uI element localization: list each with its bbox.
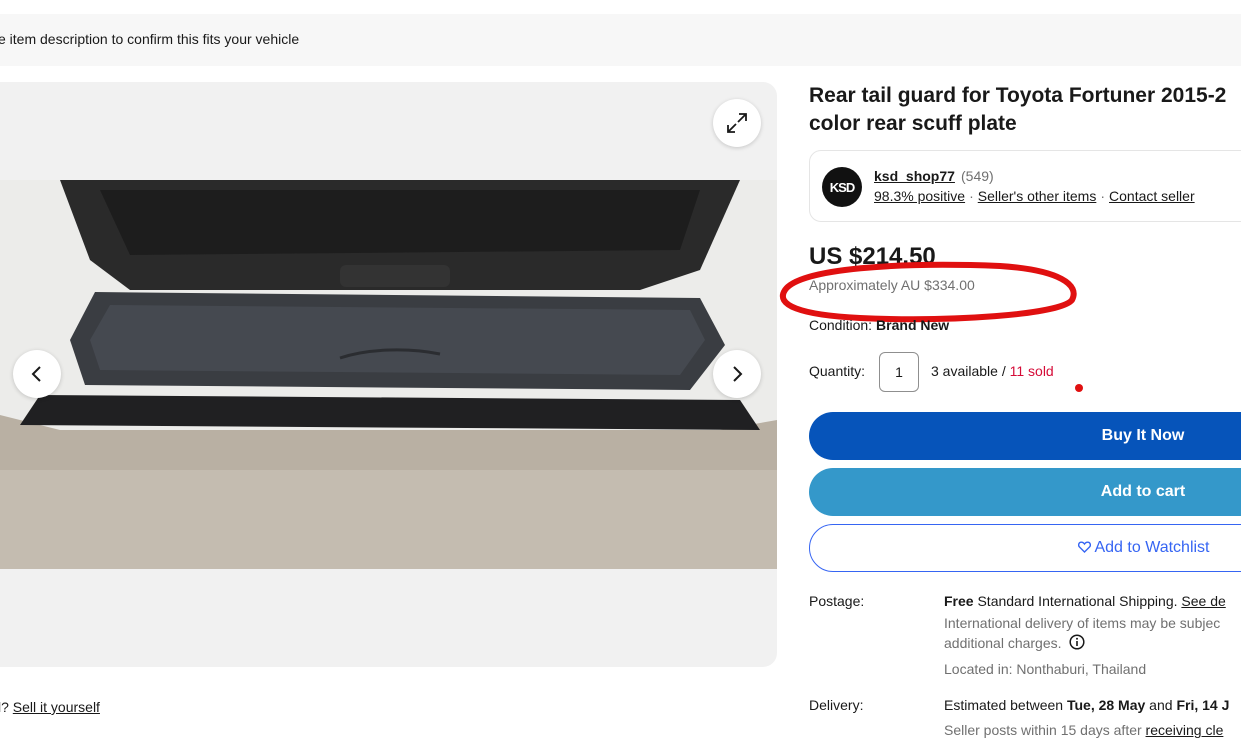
heart-icon — [1078, 541, 1092, 553]
add-to-watchlist-button[interactable]: Add to Watchlist — [809, 524, 1241, 572]
postage-international-line1: International delivery of items may be s… — [944, 615, 1221, 631]
see-details-link[interactable]: See de — [1181, 593, 1225, 609]
seller-card: KSD ksd_shop77 (549) 98.3% positive · Sell… — [809, 150, 1241, 222]
receiving-cleared-payment-link[interactable]: receiving cle — [1146, 722, 1224, 738]
info-icon[interactable] — [1069, 634, 1085, 650]
seller-positive-link[interactable]: 98.3% positive — [874, 188, 965, 204]
seller-links: 98.3% positive · Seller's other items · Cont… — [874, 188, 1195, 204]
red-annotation-dot — [1075, 384, 1083, 392]
condition-label: Condition: — [809, 317, 873, 333]
sell-prefix: l? — [0, 699, 9, 715]
seller-name-link[interactable]: ksd_shop77 — [874, 168, 955, 184]
fitment-notice-text: e item description to confirm this fits … — [0, 31, 300, 47]
separator-dot: · — [1100, 188, 1106, 204]
postage-shipping-text: Standard International Shipping. — [973, 593, 1182, 609]
listing-title-line1: Rear tail guard for Toyota Fortuner 2015… — [809, 84, 1227, 107]
availability-text: 3 available / 11 sold — [931, 363, 1054, 379]
delivery-date-end: Fri, 14 J — [1176, 697, 1230, 713]
postage-shipping-line: Free Standard International Shipping. Se… — [944, 591, 1226, 611]
previous-image-button[interactable] — [13, 350, 61, 398]
delivery-estimate: Estimated between Tue, 28 May and Fri, 1… — [944, 695, 1229, 715]
image-gallery[interactable] — [0, 82, 777, 667]
chevron-left-icon — [31, 366, 41, 382]
expand-button[interactable] — [713, 99, 761, 147]
separator-dot: · — [969, 188, 974, 204]
condition-row: Condition: Brand New — [809, 317, 949, 333]
seller-other-items-link[interactable]: Seller's other items — [978, 188, 1097, 204]
add-to-cart-button[interactable]: Add to cart — [809, 468, 1241, 516]
listing-title-line2: color rear scuff plate — [809, 112, 1017, 135]
item-location: Located in: Nonthaburi, Thailand — [944, 661, 1147, 677]
watchlist-content: Add to Watchlist — [810, 525, 1241, 571]
buy-it-now-button[interactable]: Buy It Now — [809, 412, 1241, 460]
sold-count: 11 sold — [1009, 363, 1054, 379]
seller-feedback-count: (549) — [961, 168, 994, 184]
seller-logo-text: KSD — [829, 179, 855, 195]
listing-title: Rear tail guard for Toyota Fortuner 2015… — [809, 82, 1241, 138]
product-photo-illustration — [0, 180, 777, 569]
seller-avatar[interactable]: KSD — [822, 167, 862, 207]
delivery-estimated-prefix: Estimated between — [944, 697, 1067, 713]
watchlist-label: Add to Watchlist — [1094, 539, 1210, 556]
delivery-label: Delivery: — [809, 697, 864, 713]
available-count: 3 available / — [931, 363, 1010, 379]
delivery-and: and — [1145, 697, 1177, 713]
chevron-right-icon — [733, 366, 743, 382]
seller-posts-text: Seller posts within 15 days after — [944, 722, 1146, 738]
buy-it-now-label: Buy It Now — [1101, 427, 1185, 444]
fitment-notice-bar: e item description to confirm this fits … — [0, 14, 1241, 66]
seller-posts-line: Seller posts within 15 days after receiv… — [944, 720, 1223, 740]
quantity-input[interactable]: 1 — [879, 352, 919, 392]
next-image-button[interactable] — [713, 350, 761, 398]
postage-label: Postage: — [809, 593, 865, 609]
add-to-cart-label: Add to cart — [1100, 483, 1186, 500]
sell-it-yourself-line: l? Sell it yourself — [0, 699, 100, 715]
postage-international-line2-text: additional charges. — [944, 635, 1062, 651]
quantity-label: Quantity: — [809, 363, 866, 379]
contact-seller-link[interactable]: Contact seller — [1109, 188, 1195, 204]
item-price: US $214.50 — [809, 243, 936, 270]
expand-icon — [727, 113, 747, 133]
postage-international-line2: additional charges. — [944, 633, 1085, 653]
sell-it-yourself-link[interactable]: Sell it yourself — [13, 699, 100, 715]
delivery-date-start: Tue, 28 May — [1066, 697, 1146, 713]
product-photo[interactable] — [0, 180, 777, 569]
postage-free: Free — [944, 593, 974, 609]
condition-value: Brand New — [876, 317, 950, 333]
approximate-price: Approximately AU $334.00 — [809, 277, 975, 293]
